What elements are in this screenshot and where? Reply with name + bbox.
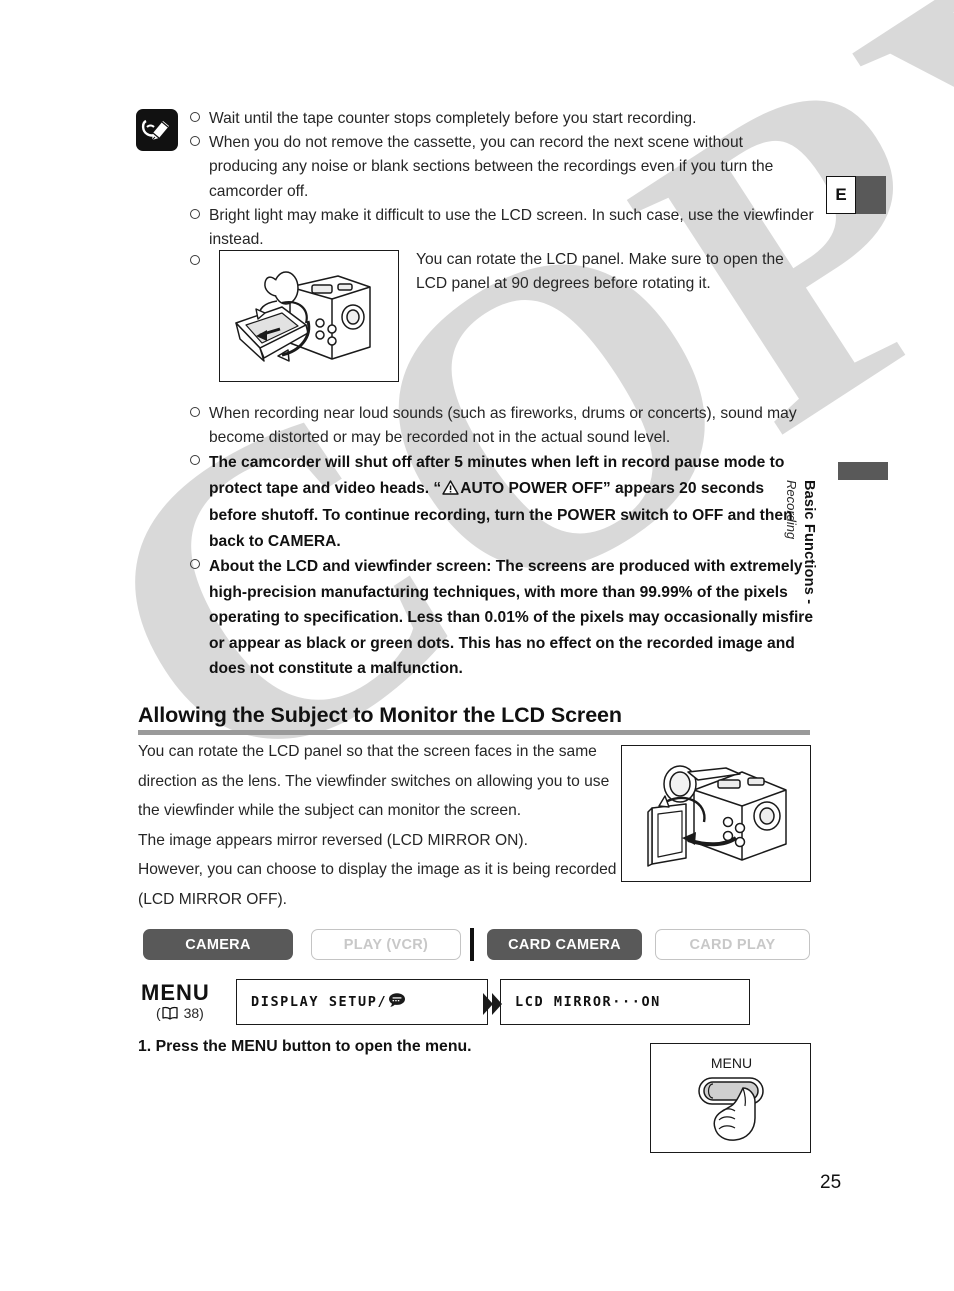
menu-page-reference: ( 38) xyxy=(141,1004,210,1025)
note-item: Wait until the tape counter stops comple… xyxy=(190,107,815,131)
heading-rule xyxy=(138,730,810,735)
menu-path-label: MENU ( 38) xyxy=(141,982,210,1025)
camcorder-lcd-rotate-illustration xyxy=(219,250,399,382)
note-item: When recording near loud sounds (such as… xyxy=(190,402,815,450)
paren-open: ( xyxy=(156,1005,161,1021)
speech-bubble-icon xyxy=(388,992,406,1013)
section-body: You can rotate the LCD panel so that the… xyxy=(138,737,618,914)
step-number: 1. xyxy=(138,1038,152,1055)
menu-button-press-illustration: MENU xyxy=(650,1043,811,1153)
note-item-bold: About the LCD and viewfinder screen: The… xyxy=(190,554,815,682)
menu-path-title: MENU xyxy=(141,980,210,1005)
note-text: When you do not remove the cassette, you… xyxy=(209,134,774,200)
section-paragraph: However, you can choose to display the i… xyxy=(138,861,617,908)
menu-page-number: 38 xyxy=(183,1005,200,1021)
note-text: When recording near loud sounds (such as… xyxy=(209,405,797,447)
note-bullet-icon xyxy=(190,407,200,417)
mode-button-play-vcr[interactable]: PLAY (VCR) xyxy=(311,929,461,960)
menu-box-display-setup[interactable]: DISPLAY SETUP/ xyxy=(236,979,488,1025)
language-tab-label: E xyxy=(826,176,856,214)
notes-list-continued: When recording near loud sounds (such as… xyxy=(190,402,815,682)
note-item: When you do not remove the cassette, you… xyxy=(190,131,815,204)
language-tab: E xyxy=(826,176,886,214)
mode-buttons-row: CAMERA PLAY (VCR) CARD CAMERA CARD PLAY xyxy=(143,928,813,961)
note-text: About the LCD and viewfinder screen: The… xyxy=(209,558,814,678)
mode-button-camera[interactable]: CAMERA xyxy=(143,929,293,960)
paren-close: ) xyxy=(199,1005,204,1021)
section-paragraph: The image appears mirror reversed (LCD M… xyxy=(138,831,528,849)
step-1: 1. Press the MENU button to open the men… xyxy=(138,1038,472,1056)
note-bullet-icon xyxy=(190,208,200,219)
section-paragraph: You can rotate the LCD panel so that the… xyxy=(138,743,610,819)
menu-box-text: LCD MIRROR···ON xyxy=(515,994,661,1010)
open-book-icon xyxy=(162,1006,178,1025)
notes-list: Wait until the tape counter stops comple… xyxy=(190,107,815,252)
warning-triangle-icon xyxy=(442,478,459,504)
double-chevron-right-icon xyxy=(481,992,503,1021)
section-heading-text: Allowing the Subject to Monitor the LCD … xyxy=(138,703,622,727)
note-item: Bright light may make it difficult to us… xyxy=(190,204,815,252)
menu-box-text: DISPLAY SETUP/ xyxy=(251,994,388,1010)
note-text: Bright light may make it difficult to us… xyxy=(209,206,814,249)
mode-button-card-play[interactable]: CARD PLAY xyxy=(655,929,810,960)
manual-page: COPY E Basic Functions - Recording Wait … xyxy=(0,0,954,1291)
mode-button-card-camera[interactable]: CARD CAMERA xyxy=(487,929,642,960)
section-heading: Allowing the Subject to Monitor the LCD … xyxy=(138,703,810,735)
note-bullet-icon xyxy=(190,559,200,570)
chapter-tab-bar xyxy=(838,462,888,480)
camcorder-lcd-facing-subject-illustration xyxy=(621,745,811,882)
note-bullet-icon xyxy=(190,255,200,265)
note-text: Wait until the tape counter stops comple… xyxy=(209,110,697,127)
language-tab-block xyxy=(856,176,886,214)
note-item-bold: The camcorder will shut off after 5 minu… xyxy=(190,450,815,554)
figure-caption: You can rotate the LCD panel. Make sure … xyxy=(416,251,784,293)
step-text: Press the MENU button to open the menu. xyxy=(155,1038,472,1055)
mode-divider xyxy=(470,928,474,961)
note-bullet-icon xyxy=(190,112,200,122)
notes-pencil-icon xyxy=(136,109,178,151)
note-bullet-icon xyxy=(190,136,200,147)
note-bullet-icon xyxy=(190,455,200,466)
page-number: 25 xyxy=(820,1172,842,1193)
menu-box-lcd-mirror[interactable]: LCD MIRROR···ON xyxy=(500,979,750,1025)
